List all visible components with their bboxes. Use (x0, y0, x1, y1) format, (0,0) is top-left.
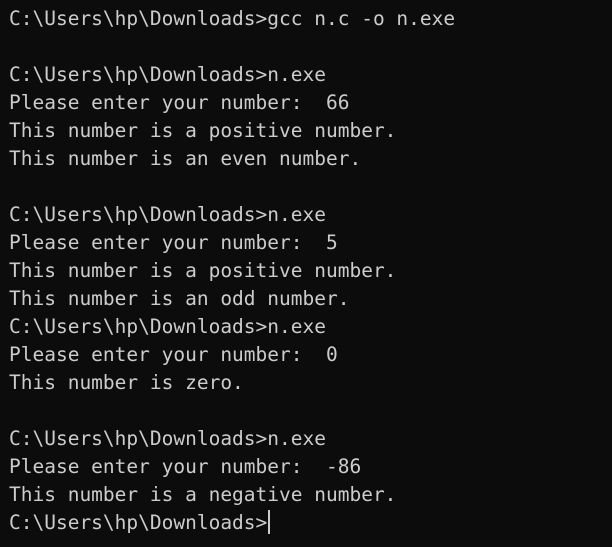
terminal-line: This number is an odd number. (9, 287, 350, 310)
text-cursor (268, 510, 271, 534)
command-prompt-line[interactable]: C:\Users\hp\Downloads> (9, 509, 612, 537)
command-prompt: C:\Users\hp\Downloads> (9, 511, 268, 534)
terminal-line: C:\Users\hp\Downloads>n.exe (9, 63, 326, 86)
terminal-line: Please enter your number: 5 (9, 231, 338, 254)
terminal-line: C:\Users\hp\Downloads>n.exe (9, 203, 326, 226)
terminal-line: This number is zero. (9, 371, 244, 394)
terminal-line: C:\Users\hp\Downloads>n.exe (9, 315, 326, 338)
terminal-line: Please enter your number: 0 (9, 343, 338, 366)
terminal-line: This number is a positive number. (9, 259, 397, 282)
terminal-line: This number is an even number. (9, 147, 362, 170)
terminal-line: This number is a positive number. (9, 119, 397, 142)
terminal-line: Please enter your number: -86 (9, 455, 362, 478)
terminal-line: Please enter your number: 66 (9, 91, 350, 114)
terminal-line: C:\Users\hp\Downloads>gcc n.c -o n.exe (9, 7, 456, 30)
terminal-line: C:\Users\hp\Downloads>n.exe (9, 427, 326, 450)
terminal-window[interactable]: C:\Users\hp\Downloads>gcc n.c -o n.exe C… (0, 0, 612, 547)
terminal-line: This number is a negative number. (9, 483, 397, 506)
